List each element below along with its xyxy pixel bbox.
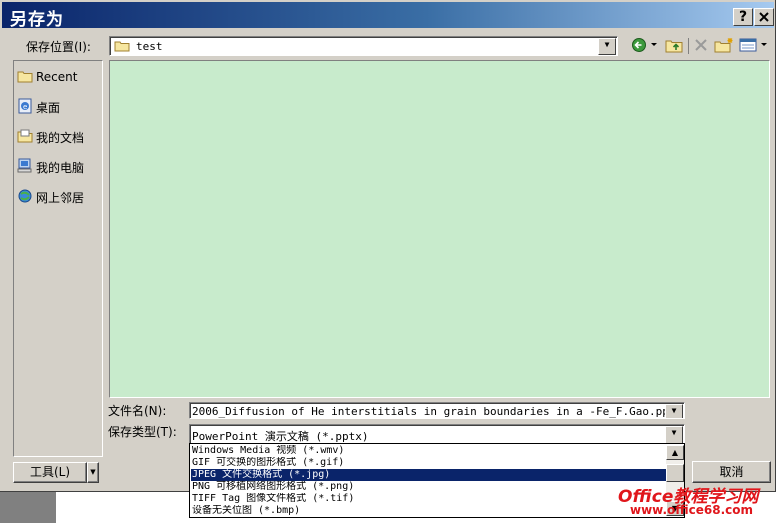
- place-label-recent: Recent: [36, 70, 78, 84]
- cancel-label: 取消: [719, 465, 744, 479]
- place-desktop[interactable]: e 桌面: [16, 95, 102, 117]
- chevron-down-icon: ▼: [90, 468, 96, 476]
- place-my-computer[interactable]: 我的电脑: [16, 155, 102, 177]
- new-folder-icon: [714, 38, 733, 53]
- scroll-thumb[interactable]: [666, 464, 684, 482]
- watermark: Office教程学习网 www.office68.com: [612, 482, 774, 522]
- chevron-up-icon: ▲: [671, 448, 679, 457]
- scroll-up-button[interactable]: ▲: [666, 445, 684, 460]
- location-label: 保存位置(I):: [26, 40, 91, 54]
- chevron-down-icon: ▼: [671, 406, 677, 415]
- network-icon: [18, 189, 32, 203]
- place-my-documents[interactable]: 我的文档: [16, 125, 102, 147]
- tools-label: 工具(L): [29, 465, 71, 479]
- filetype-dropdown-list[interactable]: Windows Media 视频 (*.wmv) GIF 可交换的图形格式 (*…: [189, 443, 685, 518]
- background-bottom: [0, 492, 56, 523]
- location-value: test: [136, 40, 163, 53]
- filetype-label: 保存类型(T):: [108, 425, 177, 439]
- filetype-option[interactable]: GIF 可交换的图形格式 (*.gif): [191, 457, 666, 469]
- my-documents-icon: [17, 129, 33, 143]
- place-label-desktop: 桌面: [36, 101, 61, 115]
- filetype-option[interactable]: Windows Media 视频 (*.wmv): [191, 445, 666, 457]
- close-button[interactable]: [754, 8, 774, 26]
- place-label-network: 网上邻居: [36, 191, 85, 205]
- title-bar[interactable]: 另存为 ?: [2, 2, 774, 30]
- save-as-dialog: 另存为 ? 保存位置(I): test ▼ Recent e 桌面 我的文档 我…: [0, 0, 776, 492]
- cancel-button[interactable]: 取消: [692, 461, 771, 483]
- close-icon: [759, 12, 769, 22]
- toolbar-separator: [688, 38, 689, 54]
- back-icon: [632, 38, 657, 52]
- help-button[interactable]: ?: [733, 8, 753, 26]
- tools-button[interactable]: 工具(L): [13, 462, 87, 483]
- watermark-url: www.office68.com: [630, 503, 754, 517]
- recent-folder-icon: [17, 71, 33, 83]
- filename-value: 2006_Diffusion of He interstitials in gr…: [192, 405, 683, 418]
- filename-input[interactable]: 2006_Diffusion of He interstitials in gr…: [189, 402, 685, 419]
- place-label-my-computer: 我的电脑: [36, 161, 85, 175]
- desktop-icon: e: [18, 98, 32, 114]
- delete-icon: [695, 39, 707, 51]
- location-dropdown-button[interactable]: ▼: [598, 38, 616, 55]
- place-network[interactable]: 网上邻居: [16, 185, 102, 207]
- filetype-option-selected[interactable]: JPEG 文件交换格式 (*.jpg): [191, 469, 666, 481]
- up-folder-icon: [665, 40, 683, 53]
- svg-text:e: e: [23, 103, 27, 111]
- places-bar: Recent e 桌面 我的文档 我的电脑 网上邻居: [13, 60, 103, 457]
- folder-icon: [114, 41, 130, 52]
- my-computer-icon: [17, 158, 32, 173]
- tools-dropdown-button[interactable]: ▼: [87, 462, 99, 483]
- views-icon: [739, 38, 767, 52]
- place-recent[interactable]: Recent: [16, 66, 102, 88]
- filetype-combobox[interactable]: PowerPoint 演示文稿 (*.pptx) ▼: [189, 424, 685, 444]
- location-combobox[interactable]: test ▼: [109, 36, 618, 56]
- filetype-value: PowerPoint 演示文稿 (*.pptx): [192, 430, 369, 443]
- file-list[interactable]: [109, 60, 770, 398]
- place-label-my-documents: 我的文档: [36, 131, 85, 145]
- chevron-down-icon: ▼: [671, 428, 677, 437]
- up-folder-button[interactable]: [664, 37, 684, 55]
- filetype-option[interactable]: TIFF Tag 图像文件格式 (*.tif): [191, 493, 666, 505]
- filename-label: 文件名(N):: [108, 404, 167, 418]
- back-button[interactable]: [630, 37, 660, 55]
- delete-button[interactable]: [692, 37, 710, 55]
- filetype-dropdown-button[interactable]: ▼: [665, 426, 683, 443]
- filename-dropdown-button[interactable]: ▼: [665, 404, 683, 418]
- filetype-option[interactable]: PNG 可移植网络图形格式 (*.png): [191, 481, 666, 493]
- views-button[interactable]: [738, 37, 770, 55]
- new-folder-button[interactable]: [714, 37, 734, 55]
- filetype-option[interactable]: 设备无关位图 (*.bmp): [191, 505, 666, 517]
- dialog-title: 另存为: [10, 10, 64, 30]
- chevron-down-icon: ▼: [604, 40, 610, 49]
